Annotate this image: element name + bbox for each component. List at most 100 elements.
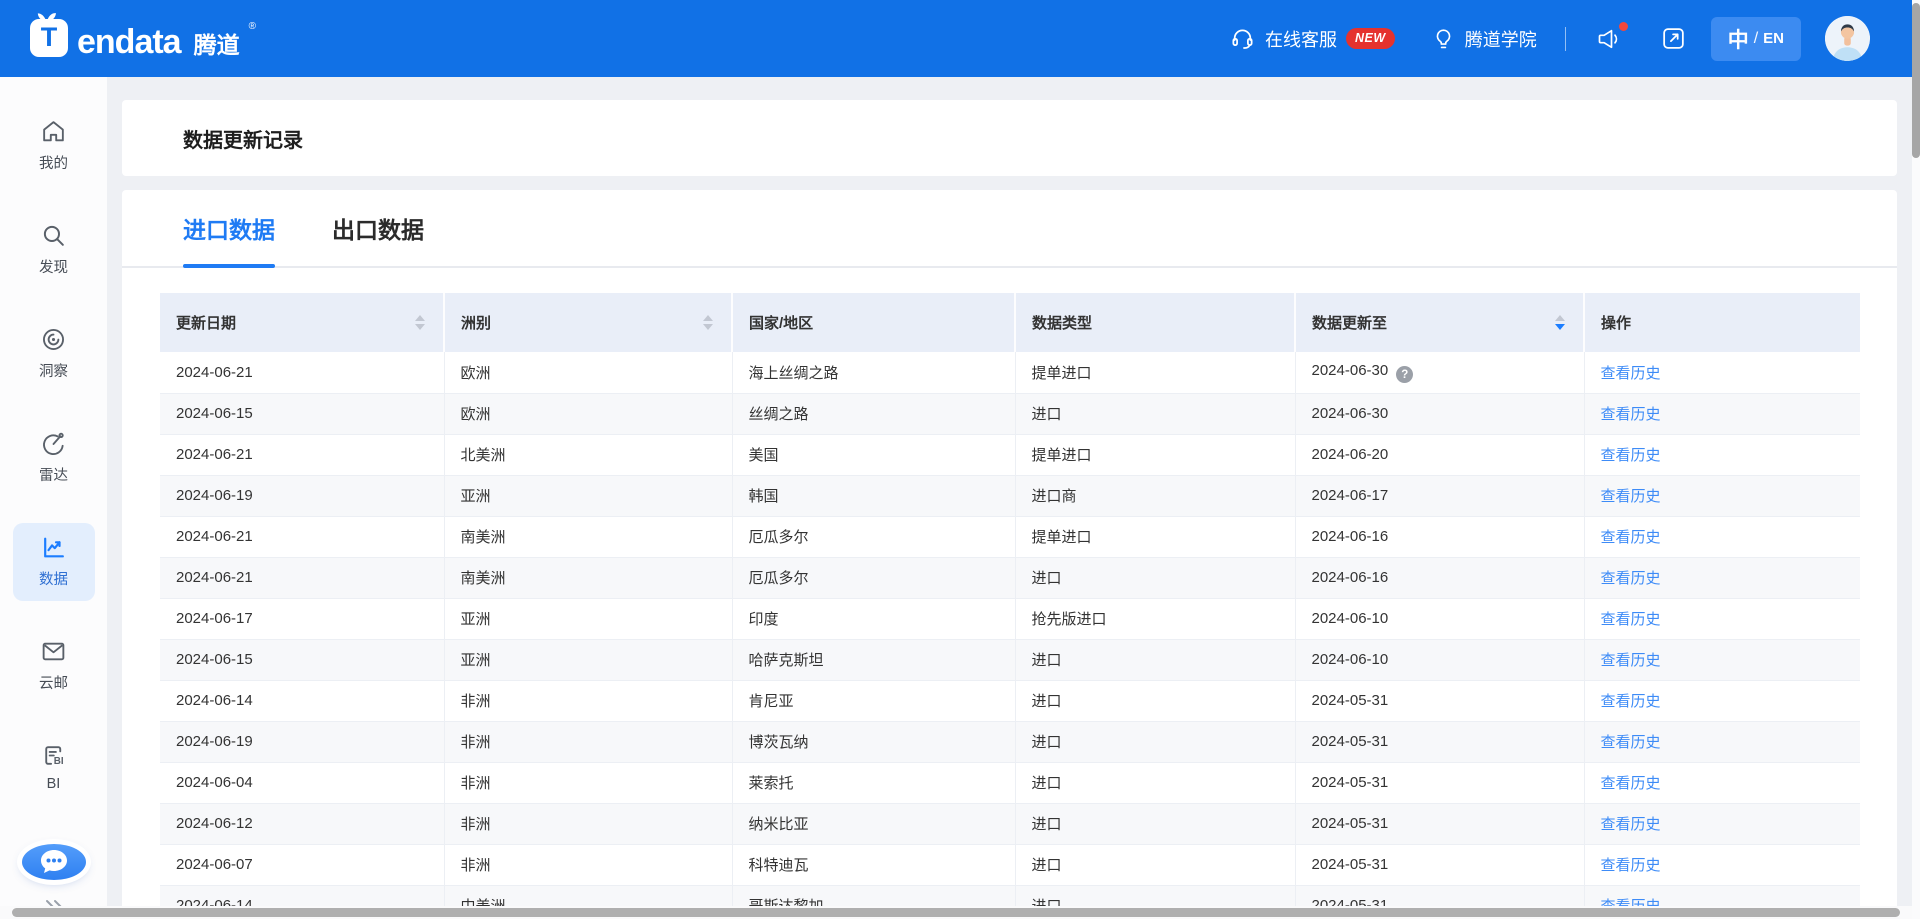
bi-icon: BI bbox=[40, 742, 67, 769]
brand-name-cn: 腾道 bbox=[194, 32, 240, 58]
tab-import-data[interactable]: 进口数据 bbox=[183, 190, 275, 266]
view-history-link[interactable]: 查看历史 bbox=[1601, 652, 1661, 669]
cell-update-date: 2024-06-15 bbox=[160, 393, 444, 434]
view-history-link[interactable]: 查看历史 bbox=[1601, 529, 1661, 546]
table-row: 2024-06-19非洲博茨瓦纳进口2024-05-31查看历史 bbox=[160, 721, 1860, 762]
nav-divider bbox=[1565, 27, 1566, 51]
table-row: 2024-06-15欧洲丝绸之路进口2024-06-30查看历史 bbox=[160, 393, 1860, 434]
cell-country: 科特迪瓦 bbox=[732, 844, 1015, 885]
help-icon[interactable]: ? bbox=[1396, 366, 1413, 383]
view-history-link[interactable]: 查看历史 bbox=[1601, 611, 1661, 628]
view-history-link[interactable]: 查看历史 bbox=[1601, 816, 1661, 833]
sidebar-item-mine[interactable]: 我的 bbox=[13, 107, 95, 185]
cell-action: 查看历史 bbox=[1584, 721, 1860, 762]
home-icon bbox=[40, 118, 67, 145]
cell-updated-to: 2024-05-31 bbox=[1295, 721, 1584, 762]
tab-export-data[interactable]: 出口数据 bbox=[332, 190, 424, 266]
cell-country: 厄瓜多尔 bbox=[732, 516, 1015, 557]
cell-updated-to: 2024-05-31 bbox=[1295, 762, 1584, 803]
content-card: 进口数据 出口数据 更新日期 洲别 bbox=[122, 190, 1897, 919]
top-header: T endata 腾道 ® 在线客服 NEW 腾道学院 bbox=[0, 0, 1912, 77]
horizontal-scrollbar-thumb[interactable] bbox=[12, 908, 1900, 917]
vertical-scrollbar-thumb[interactable] bbox=[1912, 3, 1920, 158]
view-history-link[interactable]: 查看历史 bbox=[1601, 570, 1661, 587]
cell-update-date: 2024-06-19 bbox=[160, 475, 444, 516]
sort-icon[interactable] bbox=[703, 315, 713, 330]
table-row: 2024-06-19亚洲韩国进口商2024-06-17查看历史 bbox=[160, 475, 1860, 516]
sidebar-item-bi[interactable]: BI BI bbox=[13, 731, 95, 804]
cell-data-type: 进口 bbox=[1015, 680, 1295, 721]
view-history-link[interactable]: 查看历史 bbox=[1601, 857, 1661, 874]
cell-data-type: 进口 bbox=[1015, 393, 1295, 434]
cell-continent: 欧洲 bbox=[444, 352, 732, 393]
cell-action: 查看历史 bbox=[1584, 762, 1860, 803]
logo-leaf-icon bbox=[37, 10, 57, 23]
table-row: 2024-06-12非洲纳米比亚进口2024-05-31查看历史 bbox=[160, 803, 1860, 844]
sidebar-item-data[interactable]: 数据 bbox=[13, 523, 95, 601]
cell-action: 查看历史 bbox=[1584, 557, 1860, 598]
cell-update-date: 2024-06-21 bbox=[160, 557, 444, 598]
cell-updated-to: 2024-06-10 bbox=[1295, 598, 1584, 639]
cell-data-type: 提单进口 bbox=[1015, 434, 1295, 475]
table-row: 2024-06-21北美洲美国提单进口2024-06-20查看历史 bbox=[160, 434, 1860, 475]
bulb-icon bbox=[1431, 26, 1456, 52]
academy-link[interactable]: 腾道学院 bbox=[1431, 26, 1537, 52]
cell-data-type: 进口 bbox=[1015, 557, 1295, 598]
announcement-button[interactable] bbox=[1594, 25, 1624, 53]
cell-country: 肯尼亚 bbox=[732, 680, 1015, 721]
sidebar-item-cloudmail[interactable]: 云邮 bbox=[13, 627, 95, 705]
view-history-link[interactable]: 查看历史 bbox=[1601, 365, 1661, 382]
column-header-updated-to[interactable]: 数据更新至 bbox=[1295, 293, 1584, 352]
page-title: 数据更新记录 bbox=[183, 124, 303, 153]
cell-country: 纳米比亚 bbox=[732, 803, 1015, 844]
cell-action: 查看历史 bbox=[1584, 352, 1860, 393]
cell-country: 印度 bbox=[732, 598, 1015, 639]
sort-icon[interactable] bbox=[415, 315, 425, 330]
cell-update-date: 2024-06-04 bbox=[160, 762, 444, 803]
language-switch[interactable]: 中 / EN bbox=[1711, 17, 1801, 61]
avatar[interactable] bbox=[1825, 16, 1870, 61]
chat-fab-button[interactable] bbox=[22, 844, 86, 880]
cell-country: 哈萨克斯坦 bbox=[732, 639, 1015, 680]
cell-continent: 非洲 bbox=[444, 721, 732, 762]
view-history-link[interactable]: 查看历史 bbox=[1601, 447, 1661, 464]
radar-icon bbox=[40, 430, 67, 457]
fullscreen-button[interactable] bbox=[1660, 25, 1687, 52]
cell-continent: 非洲 bbox=[444, 803, 732, 844]
cell-data-type: 进口商 bbox=[1015, 475, 1295, 516]
cell-country: 莱索托 bbox=[732, 762, 1015, 803]
cell-updated-to: 2024-05-31 bbox=[1295, 803, 1584, 844]
sidebar-item-insight[interactable]: 洞察 bbox=[13, 315, 95, 393]
view-history-link[interactable]: 查看历史 bbox=[1601, 488, 1661, 505]
cell-action: 查看历史 bbox=[1584, 803, 1860, 844]
table-row: 2024-06-21欧洲海上丝绸之路提单进口2024-06-30?查看历史 bbox=[160, 352, 1860, 393]
cell-update-date: 2024-06-07 bbox=[160, 844, 444, 885]
online-service-link[interactable]: 在线客服 NEW bbox=[1229, 25, 1395, 52]
view-history-link[interactable]: 查看历史 bbox=[1601, 406, 1661, 423]
cell-data-type: 进口 bbox=[1015, 762, 1295, 803]
column-header-update-date[interactable]: 更新日期 bbox=[160, 293, 444, 352]
cell-action: 查看历史 bbox=[1584, 680, 1860, 721]
cell-action: 查看历史 bbox=[1584, 844, 1860, 885]
view-history-link[interactable]: 查看历史 bbox=[1601, 693, 1661, 710]
cell-update-date: 2024-06-21 bbox=[160, 516, 444, 557]
cell-action: 查看历史 bbox=[1584, 434, 1860, 475]
column-header-country: 国家/地区 bbox=[732, 293, 1015, 352]
brand-logo[interactable]: T endata 腾道 ® bbox=[30, 19, 256, 59]
column-header-action: 操作 bbox=[1584, 293, 1860, 352]
sidebar: 我的 发现 洞察 雷达 数据 云 bbox=[0, 77, 107, 919]
sidebar-item-radar[interactable]: 雷达 bbox=[13, 419, 95, 497]
cell-updated-to: 2024-06-16 bbox=[1295, 557, 1584, 598]
view-history-link[interactable]: 查看历史 bbox=[1601, 775, 1661, 792]
column-header-continent[interactable]: 洲别 bbox=[444, 293, 732, 352]
cell-update-date: 2024-06-14 bbox=[160, 680, 444, 721]
sidebar-item-discover[interactable]: 发现 bbox=[13, 211, 95, 289]
view-history-link[interactable]: 查看历史 bbox=[1601, 734, 1661, 751]
sort-icon-active-desc[interactable] bbox=[1555, 315, 1565, 330]
table-row: 2024-06-17亚洲印度抢先版进口2024-06-10查看历史 bbox=[160, 598, 1860, 639]
cell-action: 查看历史 bbox=[1584, 475, 1860, 516]
cell-continent: 非洲 bbox=[444, 762, 732, 803]
online-service-label: 在线客服 bbox=[1265, 26, 1337, 52]
cell-continent: 南美洲 bbox=[444, 516, 732, 557]
cell-continent: 亚洲 bbox=[444, 475, 732, 516]
